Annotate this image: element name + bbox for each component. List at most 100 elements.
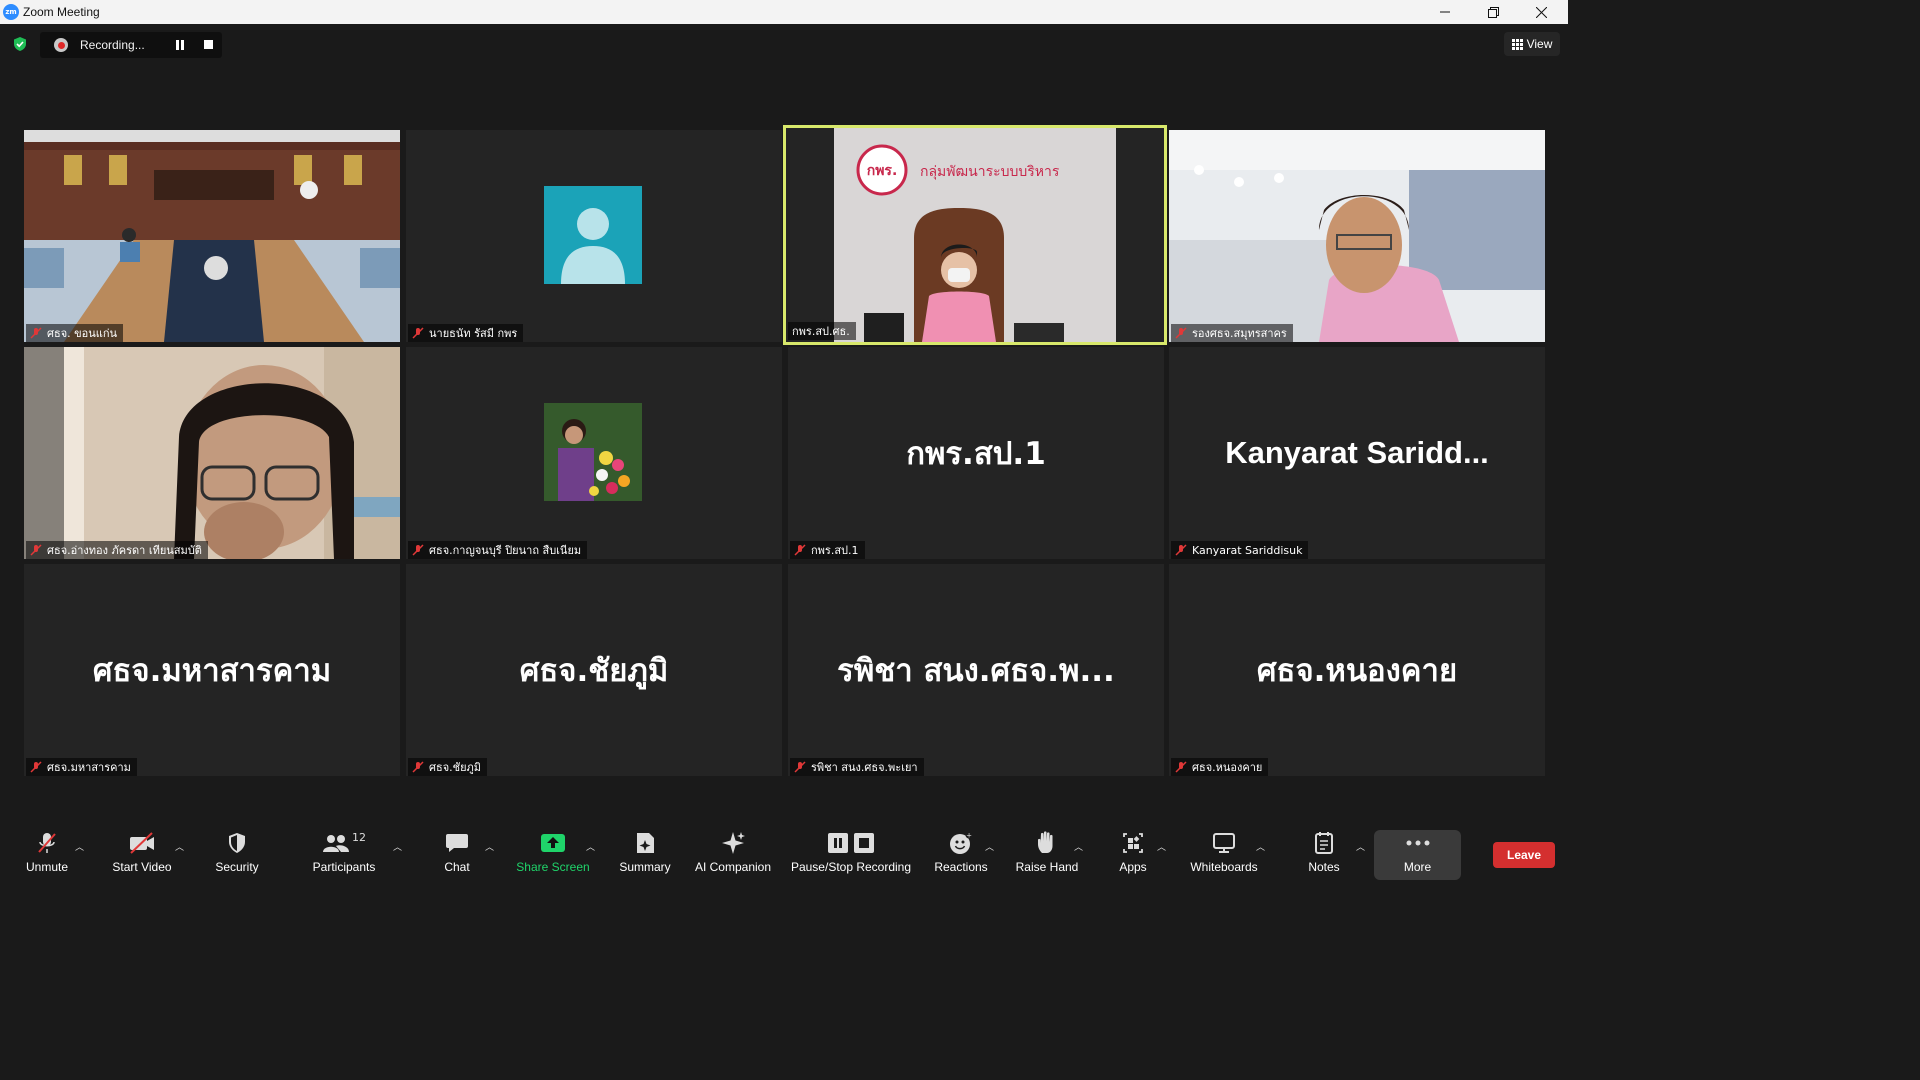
chat-options-caret-icon[interactable]: ︿ <box>485 840 494 853</box>
summary-icon <box>637 833 654 853</box>
banner-logo-text: กพร. <box>867 163 898 179</box>
restore-icon <box>1487 6 1499 18</box>
video-tile[interactable]: Kanyarat Saridd... Kanyarat Sariddisuk <box>1169 347 1545 559</box>
recording-label: Recording... <box>80 38 145 52</box>
pause-stop-recording-button[interactable]: Pause/Stop Recording <box>786 826 916 882</box>
chat-icon <box>446 834 468 852</box>
video-tile[interactable]: ศธจ.อ่างทอง ภัครดา เทียนสมบัติ <box>24 347 400 559</box>
security-shield-icon <box>229 833 245 853</box>
mic-muted-icon <box>1175 327 1187 339</box>
apps-button[interactable]: Apps <box>1108 826 1158 882</box>
participants-button[interactable]: 12 Participants <box>308 826 380 882</box>
participant-name-label: ศธจ.มหาสารคาม <box>26 758 137 776</box>
share-screen-button[interactable]: Share Screen <box>514 826 592 882</box>
video-tile[interactable]: ศธจ.หนองคาย ศธจ.หนองคาย <box>1169 564 1545 776</box>
recording-indicator: Recording... <box>40 32 222 58</box>
video-tile[interactable]: ศธจ. ขอนแก่น <box>24 130 400 342</box>
close-icon <box>1535 6 1547 18</box>
pause-recording-icon[interactable] <box>176 40 186 50</box>
raise-hand-icon <box>1038 831 1053 853</box>
participant-video <box>1169 130 1545 342</box>
participant-name: ศธจ.ชัยภูมิ <box>429 761 482 774</box>
video-tile[interactable]: ศธจ.มหาสารคาม ศธจ.มหาสารคาม <box>24 564 400 776</box>
restore-button[interactable] <box>1470 0 1516 24</box>
mic-muted-icon <box>1175 544 1187 556</box>
notes-options-caret-icon[interactable]: ︿ <box>1356 840 1365 853</box>
mic-muted-icon <box>1175 761 1187 773</box>
participant-name-label: ศธจ.ชัยภูมิ <box>408 758 488 776</box>
stop-icon <box>854 833 874 853</box>
participant-name: กพร.สป.ศธ. <box>792 325 850 338</box>
stop-recording-icon[interactable] <box>204 40 213 49</box>
banner-text: กลุ่มพัฒนาระบบบริหาร <box>920 164 1060 180</box>
raise-hand-options-caret-icon[interactable]: ︿ <box>1074 840 1083 853</box>
audio-options-caret-icon[interactable]: ︿ <box>75 840 84 853</box>
reactions-options-caret-icon[interactable]: ︿ <box>985 840 994 853</box>
reactions-smiley-icon: + <box>950 831 973 854</box>
video-tile[interactable]: ศธจ.ชัยภูมิ ศธจ.ชัยภูมิ <box>406 564 782 776</box>
participants-icon <box>323 835 349 852</box>
profile-photo <box>544 403 642 501</box>
summary-button[interactable]: Summary <box>614 826 676 882</box>
participant-name-label: กพร.สป.1 <box>790 541 865 559</box>
ai-sparkle-icon <box>722 832 745 854</box>
participant-display-name: กพร.สป.1 <box>906 436 1046 472</box>
mic-muted-icon <box>412 327 424 339</box>
reactions-button[interactable]: + Reactions <box>930 826 992 882</box>
video-tile[interactable]: รองศธจ.สมุทรสาคร <box>1169 130 1545 342</box>
notes-button[interactable]: Notes <box>1298 826 1350 882</box>
video-options-caret-icon[interactable]: ︿ <box>175 840 184 853</box>
view-button[interactable]: View <box>1504 32 1560 56</box>
raise-hand-label: Raise Hand <box>1015 860 1079 874</box>
share-options-caret-icon[interactable]: ︿ <box>586 840 595 853</box>
apps-options-caret-icon[interactable]: ︿ <box>1157 840 1166 853</box>
whiteboards-options-caret-icon[interactable]: ︿ <box>1256 840 1265 853</box>
participants-options-caret-icon[interactable]: ︿ <box>393 840 402 853</box>
video-tile[interactable]: ศธจ.กาญจนบุรี ปิยนาถ สืบเนียม <box>406 347 782 559</box>
participant-name: รพิชา สนง.ศธจ.พะเยา <box>811 761 918 774</box>
participant-name-label: ศธจ.อ่างทอง ภัครดา เทียนสมบัติ <box>26 541 208 559</box>
participant-display-name: Kanyarat Saridd... <box>1225 435 1489 470</box>
participant-name-label: Kanyarat Sariddisuk <box>1171 541 1309 559</box>
close-button[interactable] <box>1518 0 1564 24</box>
share-screen-label: Share Screen <box>516 860 590 874</box>
start-video-button[interactable]: Start Video <box>108 826 176 882</box>
video-tile[interactable]: รพิชา สนง.ศธจ.พ... รพิชา สนง.ศธจ.พะเยา <box>788 564 1164 776</box>
participant-display-name: ศธจ.มหาสารคาม <box>92 653 332 689</box>
conference-room-video <box>24 130 400 342</box>
participant-name-label: นายธนัท รัสมี กพร <box>408 324 524 342</box>
security-button[interactable]: Security <box>210 826 264 882</box>
encryption-shield-icon[interactable] <box>12 36 28 52</box>
unmute-button[interactable]: Unmute <box>20 826 74 882</box>
video-tile[interactable]: กพร.สป.1 กพร.สป.1 <box>788 347 1164 559</box>
participant-name-label: รองศธจ.สมุทรสาคร <box>1171 324 1293 342</box>
more-button[interactable]: More <box>1374 826 1461 882</box>
participant-name-label: ศธจ.หนองคาย <box>1171 758 1269 776</box>
chat-button[interactable]: Chat <box>430 826 484 882</box>
more-dots-icon <box>1406 840 1429 846</box>
share-screen-icon <box>541 834 565 852</box>
mic-off-icon <box>38 833 56 853</box>
meeting-toolbar: Unmute ︿ Start Video ︿ Security 12 Parti… <box>0 826 1568 882</box>
unmute-label: Unmute <box>25 860 69 874</box>
leave-button[interactable]: Leave <box>1493 842 1555 868</box>
notes-label: Notes <box>1308 860 1340 874</box>
ai-companion-button[interactable]: AI Companion <box>690 826 776 882</box>
apps-label: Apps <box>1119 860 1147 874</box>
raise-hand-button[interactable]: Raise Hand <box>1012 826 1082 882</box>
recording-dot-icon <box>54 38 68 52</box>
pause-icon <box>828 833 848 853</box>
participant-name-label: กพร.สป.ศธ. <box>788 322 856 340</box>
mic-muted-icon <box>30 761 42 773</box>
participant-name: ศธจ.หนองคาย <box>1192 761 1263 774</box>
participant-display-name: ศธจ.หนองคาย <box>1256 653 1458 689</box>
apps-icon <box>1123 833 1143 853</box>
active-speaker-tile[interactable]: กพร. กลุ่มพัฒนาระบบบริหาร กพร.สป.ศธ. <box>783 125 1167 345</box>
mic-muted-icon <box>794 544 806 556</box>
whiteboards-button[interactable]: Whiteboards <box>1184 826 1264 882</box>
view-label: View <box>1526 37 1553 51</box>
title-bar: zm Zoom Meeting <box>0 0 1568 24</box>
video-tile[interactable]: นายธนัท รัสมี กพร <box>406 130 782 342</box>
minimize-button[interactable] <box>1422 0 1468 24</box>
mic-muted-icon <box>30 327 42 339</box>
